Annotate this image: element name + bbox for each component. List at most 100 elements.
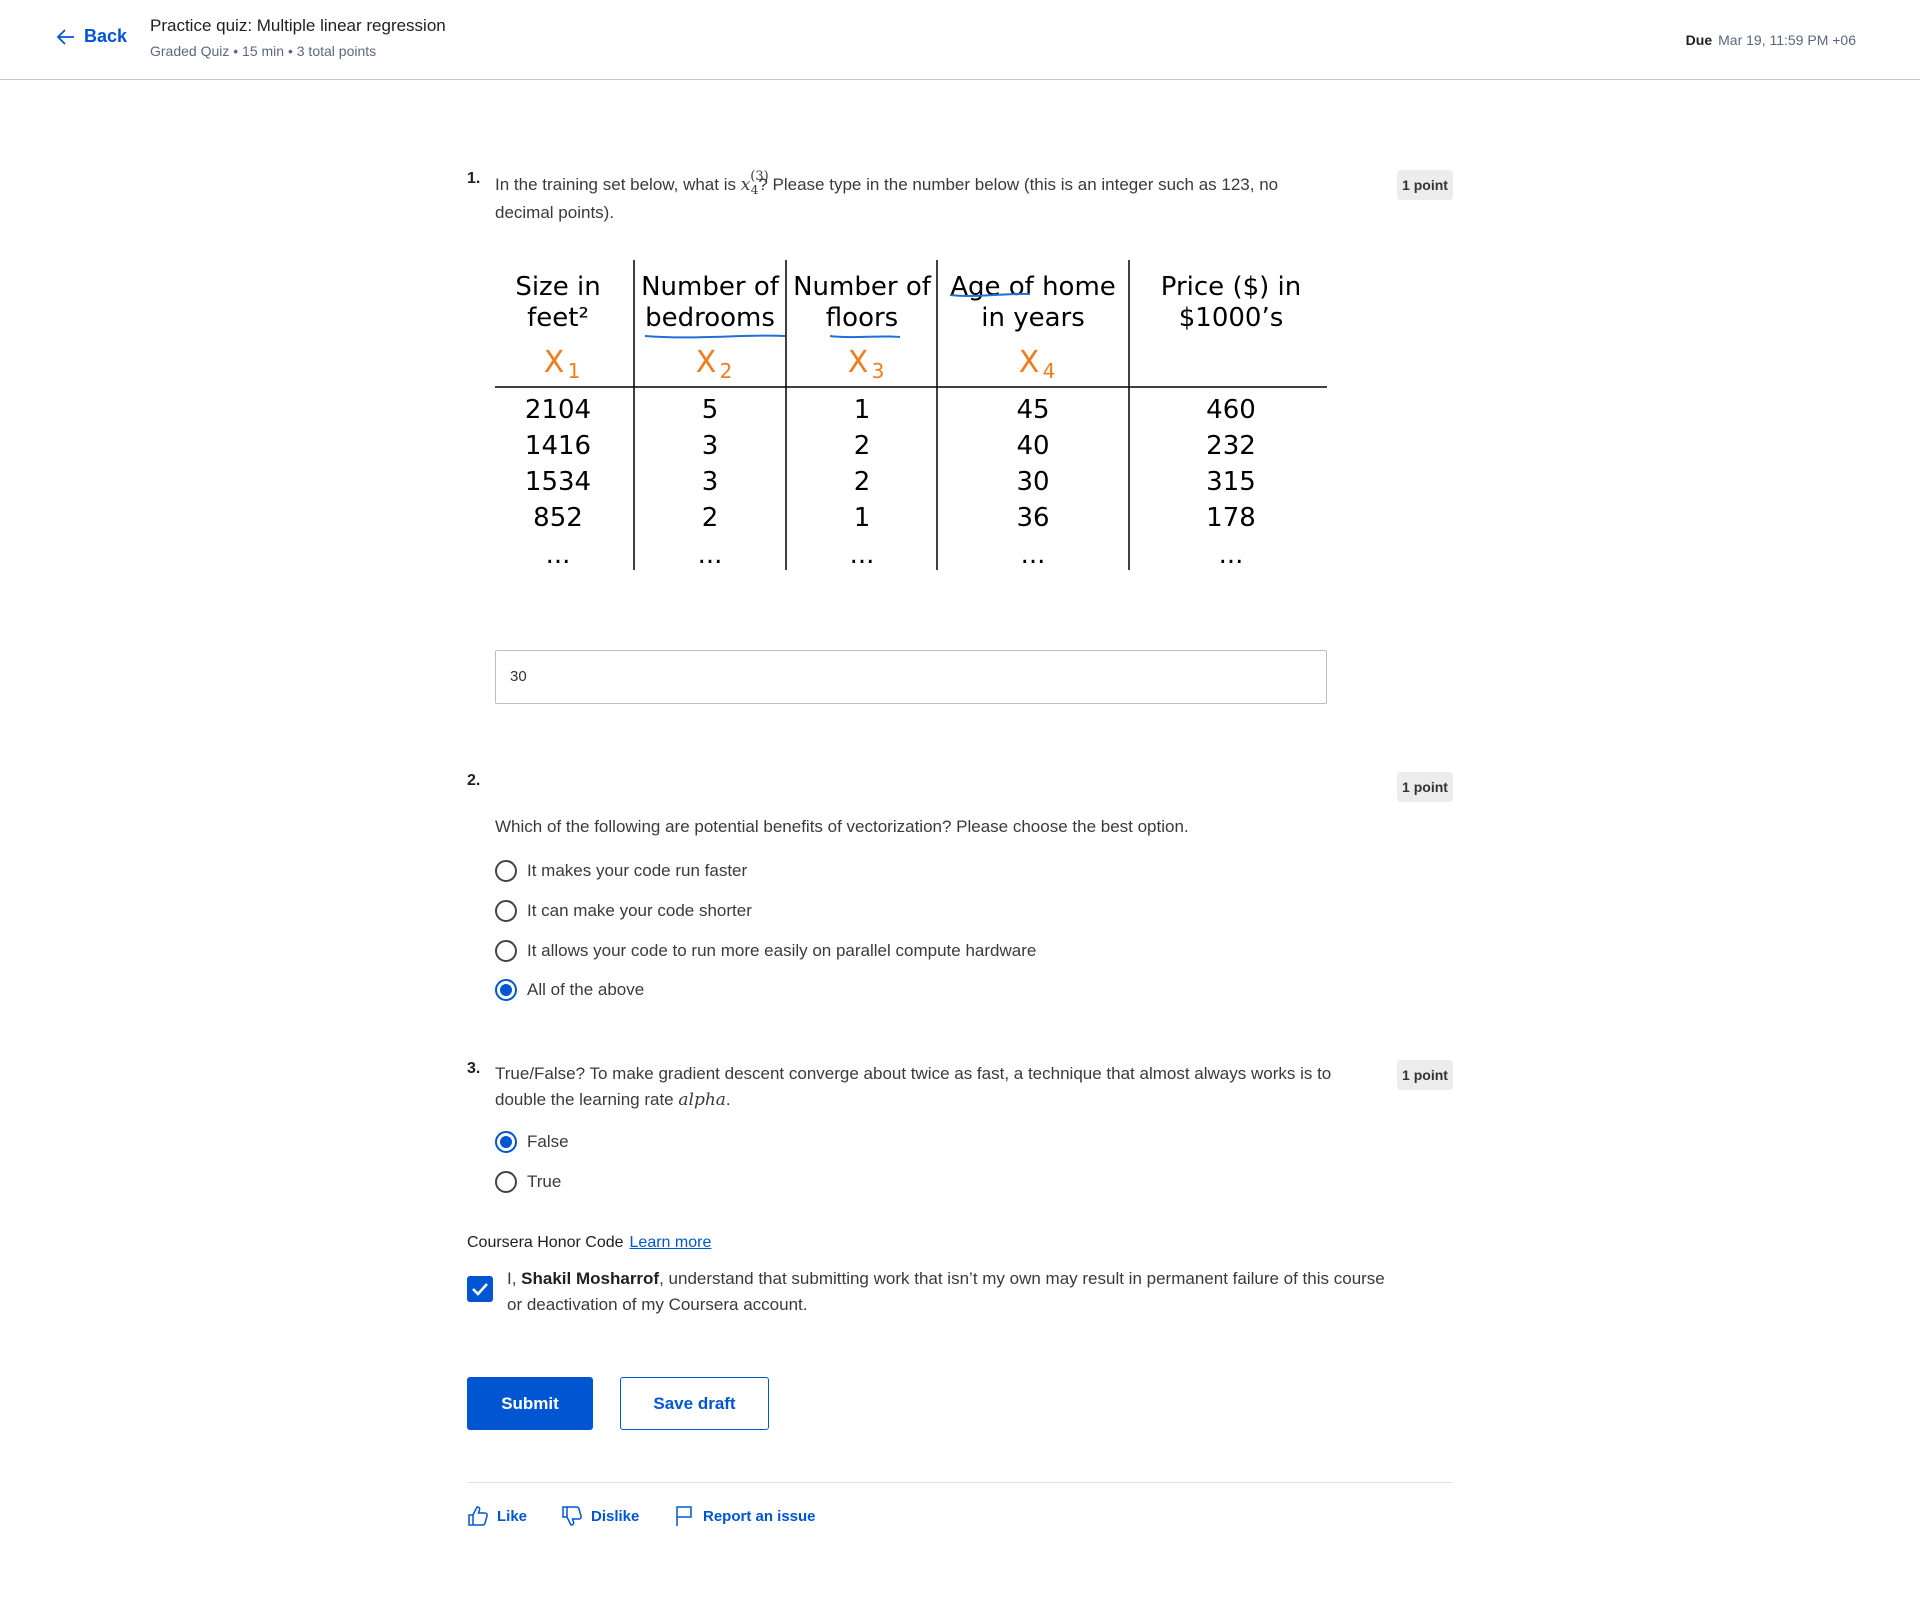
back-label: Back: [84, 26, 128, 46]
question-text: True/False? To make gradient descent con…: [495, 1061, 1335, 1113]
feature-label: X: [848, 345, 869, 380]
feature-label: X: [696, 345, 717, 380]
feature-label-subscript: 3: [872, 359, 885, 383]
table-cell: 852: [533, 503, 583, 533]
radio-button-selected[interactable]: [495, 979, 517, 1001]
table-header-line-2: $1000’s: [1179, 303, 1284, 333]
feature-label: X: [1019, 345, 1040, 380]
question-text: In the training set below, what is x(3)4…: [495, 169, 1335, 226]
points-badge: 1 point: [1397, 170, 1453, 200]
table-header-line-1: Size in: [515, 272, 600, 302]
table-header-line-1: Age of home: [950, 272, 1116, 302]
option-label: It can make your code shorter: [527, 901, 752, 920]
math-alpha: alpha: [678, 1090, 726, 1110]
table-cell: 36: [1016, 503, 1049, 533]
top-bar: Back Practice quiz: Multiple linear regr…: [0, 0, 1920, 80]
table-header-line-1: Number of: [793, 272, 932, 302]
option-label: True: [527, 1172, 562, 1191]
table-cell: 460: [1206, 395, 1256, 425]
radio-button[interactable]: [495, 1171, 517, 1193]
option-parallel[interactable]: It allows your code to run more easily o…: [495, 940, 1036, 962]
due-label: Due: [1685, 32, 1713, 48]
option-true[interactable]: True: [495, 1171, 561, 1193]
table-cell: 2: [854, 431, 871, 461]
honor-code-label: Coursera Honor Code: [467, 1234, 624, 1251]
honor-code-checkbox[interactable]: [467, 1276, 493, 1302]
feature-label-subscript: 2: [720, 359, 733, 383]
question-number: 3.: [467, 1060, 481, 1077]
table-ellipsis: ...: [546, 540, 571, 570]
training-set-table: Size infeet²Number ofbedroomsNumber offl…: [495, 260, 1327, 570]
table-ellipsis: ...: [850, 540, 875, 570]
quiz-meta: Graded Quiz • 15 min • 3 total points: [150, 43, 377, 59]
table-cell: 1: [854, 503, 871, 533]
table-header-line-2: floors: [826, 303, 898, 333]
handwritten-underline: [644, 334, 786, 339]
table-cell: 45: [1016, 395, 1049, 425]
table-cell: 2: [854, 467, 871, 497]
save-draft-button[interactable]: Save draft: [620, 1377, 769, 1430]
flag-icon: [676, 1506, 692, 1526]
option-faster[interactable]: It makes your code run faster: [495, 860, 747, 882]
checkmark-icon: [472, 1283, 488, 1296]
radio-button[interactable]: [495, 940, 517, 962]
submit-button[interactable]: Submit: [467, 1377, 593, 1430]
due-date: Due Mar 19, 11:59 PM +06: [1686, 32, 1856, 48]
question-number: 2.: [467, 772, 481, 789]
math-subscript: 4: [750, 183, 759, 197]
table-cell: 5: [702, 395, 719, 425]
radio-button-selected[interactable]: [495, 1131, 517, 1153]
points-badge: 1 point: [1397, 1060, 1453, 1090]
feature-label-subscript: 4: [1043, 359, 1056, 383]
feature-label: X: [544, 345, 565, 380]
table-cell: 232: [1206, 431, 1256, 461]
table-cell: 1534: [525, 467, 591, 497]
option-false[interactable]: False: [495, 1131, 569, 1153]
table-header-line-2: feet²: [527, 303, 589, 333]
radio-button[interactable]: [495, 900, 517, 922]
table-cell: 178: [1206, 503, 1256, 533]
like-button[interactable]: Like: [467, 1505, 527, 1527]
table-cell: 3: [702, 431, 719, 461]
table-ellipsis: ...: [698, 540, 723, 570]
page-title: Practice quiz: Multiple linear regressio…: [150, 16, 446, 35]
dislike-label: Dislike: [591, 1507, 640, 1525]
question-text-part: In the training set below, what is: [495, 175, 741, 194]
option-all[interactable]: All of the above: [495, 979, 644, 1001]
answer-input[interactable]: 30: [495, 650, 1327, 704]
divider: [467, 1482, 1453, 1483]
report-issue-button[interactable]: Report an issue: [673, 1505, 816, 1527]
dislike-button[interactable]: Dislike: [561, 1505, 639, 1527]
handwritten-underline: [829, 335, 901, 339]
table-cell: 2104: [525, 395, 591, 425]
math-superscript: (3): [750, 169, 769, 184]
question-number: 1.: [467, 170, 481, 187]
option-label: All of the above: [527, 980, 645, 999]
option-label: It makes your code run faster: [527, 861, 748, 880]
table-cell: 1416: [525, 431, 591, 461]
option-label: False: [527, 1132, 569, 1151]
arrow-left-icon: [56, 28, 74, 45]
training-set-table-image: Size in feet² Number of bedrooms Number of fl…: [495, 260, 1327, 570]
table-cell: 1: [854, 395, 871, 425]
quiz-title-block: Practice quiz: Multiple linear regressio…: [150, 16, 446, 59]
table-header-line-2: bedrooms: [645, 303, 775, 333]
due-value: Mar 19, 11:59 PM +06: [1718, 32, 1856, 48]
radio-button[interactable]: [495, 860, 517, 882]
honor-prefix: I,: [507, 1269, 522, 1288]
honor-code-statement: I, Shakil Mosharrof, understand that sub…: [507, 1266, 1387, 1318]
learner-name: Shakil Mosharrof: [521, 1269, 660, 1288]
learn-more-link[interactable]: Learn more: [630, 1234, 712, 1251]
back-button[interactable]: Back: [56, 26, 127, 47]
question-text-part: True/False? To make gradient descent con…: [495, 1064, 1332, 1109]
option-shorter[interactable]: It can make your code shorter: [495, 900, 752, 922]
table-ellipsis: ...: [1021, 540, 1046, 570]
report-label: Report an issue: [703, 1507, 816, 1525]
table-cell: 315: [1206, 467, 1256, 497]
table-header-line-2: in years: [981, 303, 1085, 333]
thumbs-down-icon: [562, 1506, 582, 1526]
like-label: Like: [497, 1507, 528, 1525]
points-badge: 1 point: [1397, 772, 1453, 802]
table-ellipsis: ...: [1219, 540, 1244, 570]
table-header-line-1: Price ($) in: [1161, 272, 1302, 302]
